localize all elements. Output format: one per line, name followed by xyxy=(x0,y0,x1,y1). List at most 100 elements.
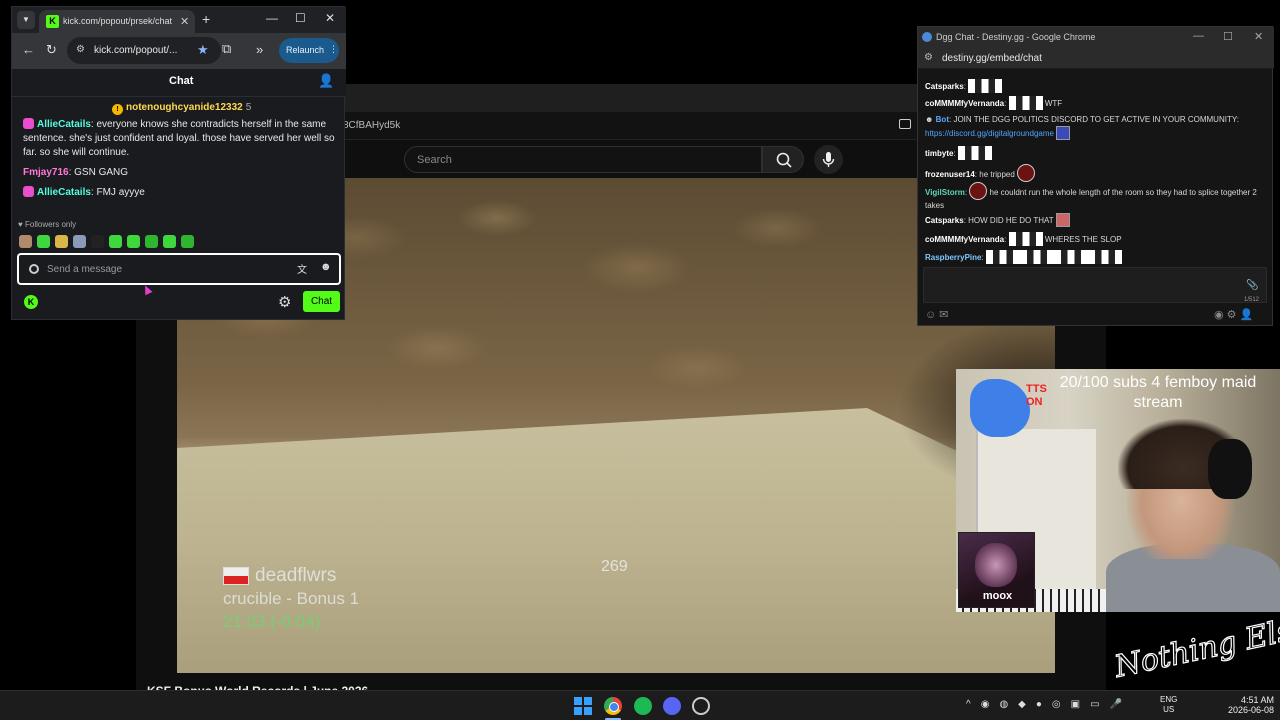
attachment-icon[interactable]: 📎 xyxy=(1246,280,1258,291)
dgg-chat-window: Dgg Chat - Destiny.gg - Google Chrome — … xyxy=(917,26,1274,326)
chat-message-input[interactable] xyxy=(47,261,267,277)
dgg-username[interactable]: VigilStorm xyxy=(925,188,965,197)
radio-icon[interactable] xyxy=(29,264,39,274)
mic-icon[interactable]: 🎤 xyxy=(1110,699,1122,710)
kick-omnibox[interactable]: ⚙ kick.com/popout/... ★ xyxy=(67,37,221,64)
emote-icon xyxy=(957,146,992,160)
maximize-icon[interactable]: ☐ xyxy=(1223,30,1233,43)
dgg-message: frozenuser14: he tripped xyxy=(925,164,1265,182)
kick-tab[interactable]: K kick.com/popout/prsek/chat ✕ xyxy=(39,10,195,33)
dgg-message-list[interactable]: Catsparks: coMMMMfyVernanda: WTF ☻ Bot: … xyxy=(918,70,1274,268)
guest-name: moox xyxy=(982,590,1013,602)
eye-icon[interactable]: ◉ xyxy=(1214,309,1224,321)
record-icon[interactable]: ● xyxy=(1036,699,1042,710)
yt-search-button[interactable] xyxy=(762,146,804,173)
kick-logo-icon[interactable]: K xyxy=(24,295,38,309)
emote-icon[interactable] xyxy=(109,235,122,248)
chat-username[interactable]: Fmjay716 xyxy=(23,167,69,178)
steam-icon[interactable]: ◍ xyxy=(999,699,1008,710)
settings-icon[interactable]: ⚙ xyxy=(1227,309,1237,321)
maximize-icon[interactable]: ☐ xyxy=(295,11,306,25)
yt-search-input[interactable]: Search xyxy=(404,146,762,173)
system-tray: ^ ◉ ◍ ◆ ● ◎ ▣ ▭ 🎤 xyxy=(966,699,1132,710)
emote-icon[interactable] xyxy=(55,235,68,248)
dgg-address-bar[interactable]: ⚙ destiny.gg/embed/chat xyxy=(918,48,1274,69)
display-icon[interactable]: ▭ xyxy=(1090,699,1099,710)
pinned-user[interactable]: notenoughcyanide12332 xyxy=(126,102,243,113)
dgg-username[interactable]: coMMMMfyVernanda xyxy=(925,99,1004,108)
chat-username[interactable]: AllieCatails xyxy=(37,119,91,130)
relaunch-button[interactable]: Relaunch ⋮ xyxy=(279,38,339,63)
emote-icon[interactable] xyxy=(73,235,86,248)
overwolf-icon[interactable] xyxy=(692,697,710,715)
overlay-map-name: crucible - Bonus 1 xyxy=(223,589,360,608)
dgg-username[interactable]: timbyte xyxy=(925,149,953,158)
relaunch-label: Relaunch xyxy=(286,45,325,55)
dgg-message-input[interactable] xyxy=(923,267,1267,303)
dgg-text: WTF xyxy=(1044,99,1063,108)
dgg-message: ☻ Bot: JOIN THE DGG POLITICS DISCORD TO … xyxy=(925,115,1239,140)
windows-start-icon[interactable] xyxy=(574,697,592,715)
obs-icon[interactable]: ◎ xyxy=(1052,699,1061,710)
desktop: 8CfBAHyd5k Search KSF Bonus World Record… xyxy=(0,0,1280,720)
close-window-icon[interactable]: ✕ xyxy=(1254,30,1263,43)
bookmark-star-icon[interactable]: ★ xyxy=(197,42,209,58)
tray-expand-icon[interactable]: ^ xyxy=(966,699,971,710)
emote-menu-icon[interactable]: ☺ xyxy=(925,309,936,321)
site-info-icon[interactable]: ⚙ xyxy=(924,52,933,63)
dgg-bottom-right-tools: ◉ ⚙ 👤 xyxy=(1214,308,1253,321)
dgg-username[interactable]: coMMMMfyVernanda xyxy=(925,235,1004,244)
discord-link[interactable]: https://discord.gg/digitalgroundgame xyxy=(925,129,1054,138)
site-info-icon[interactable]: ⚙ xyxy=(76,44,85,55)
send-chat-button[interactable]: Chat xyxy=(303,291,340,312)
minimize-icon[interactable]: — xyxy=(266,11,278,25)
dgg-username[interactable]: frozenuser14 xyxy=(925,170,975,179)
char-counter: 1/512 xyxy=(1244,297,1260,303)
dgg-message: Catsparks: HOW DID HE DO THAT xyxy=(925,213,1265,227)
chat-settings-icon[interactable]: ⚙ xyxy=(278,293,291,311)
minimize-icon[interactable]: — xyxy=(1193,30,1204,42)
dgg-message: coMMMMfyVernanda: WTF xyxy=(925,96,1265,110)
dgg-username[interactable]: RaspberryPine xyxy=(925,253,981,262)
extensions-icon[interactable]: ⧉ xyxy=(222,41,231,57)
chat-message-list[interactable]: ! notenoughcyanide12332 5 AllieCatails: ev… xyxy=(12,98,346,218)
back-icon[interactable]: ← xyxy=(22,42,35,57)
tab-search-button[interactable]: ▼ xyxy=(17,11,35,29)
emote-icon xyxy=(968,79,1003,93)
users-icon[interactable]: 👤 xyxy=(1240,309,1254,321)
user-settings-icon[interactable]: 👤 xyxy=(318,73,334,89)
spotify-icon[interactable] xyxy=(634,697,652,715)
dgg-username[interactable]: Catsparks xyxy=(925,82,964,91)
emoji-icon[interactable]: ☻ xyxy=(320,261,332,273)
emote-icon[interactable] xyxy=(145,235,158,248)
dgg-username[interactable]: Catsparks xyxy=(925,216,964,225)
translate-icon[interactable]: 文 xyxy=(297,261,307,276)
chat-username[interactable]: AllieCatails xyxy=(37,187,91,198)
yt-voice-search-button[interactable] xyxy=(814,145,843,174)
close-window-icon[interactable]: ✕ xyxy=(325,11,335,25)
chat-text: GSN GANG xyxy=(74,167,129,178)
emote-icon[interactable] xyxy=(163,235,176,248)
more-tools-icon[interactable]: » xyxy=(256,42,263,57)
brave-icon[interactable]: ◆ xyxy=(1018,699,1026,710)
dgg-username[interactable]: Bot xyxy=(936,115,949,124)
emote-icon xyxy=(1055,213,1070,227)
chrome-tray-icon[interactable]: ◉ xyxy=(981,699,990,710)
cast-icon[interactable] xyxy=(899,119,911,129)
emote-icon[interactable] xyxy=(127,235,140,248)
new-tab-button[interactable]: + xyxy=(202,11,210,27)
close-tab-icon[interactable]: ✕ xyxy=(180,15,189,28)
language-indicator[interactable]: ENG US xyxy=(1160,695,1177,715)
discord-icon[interactable] xyxy=(663,697,681,715)
whispers-icon[interactable]: ✉ xyxy=(939,309,948,321)
kick-address-bar: ← ↻ ⚙ kick.com/popout/... ★ ⧉ » Relaunch… xyxy=(12,33,346,69)
emote-icon[interactable] xyxy=(91,235,104,248)
emote-icon[interactable] xyxy=(181,235,194,248)
emote-icon[interactable] xyxy=(37,235,50,248)
clock[interactable]: 4:51 AM 2026-06-08 xyxy=(1226,695,1274,717)
emote-icon[interactable] xyxy=(19,235,32,248)
chrome-icon[interactable] xyxy=(604,697,622,715)
chat-message: AllieCatails: FMJ ayyye xyxy=(23,186,335,200)
reload-icon[interactable]: ↻ xyxy=(46,42,57,58)
vpn-icon[interactable]: ▣ xyxy=(1071,699,1080,710)
